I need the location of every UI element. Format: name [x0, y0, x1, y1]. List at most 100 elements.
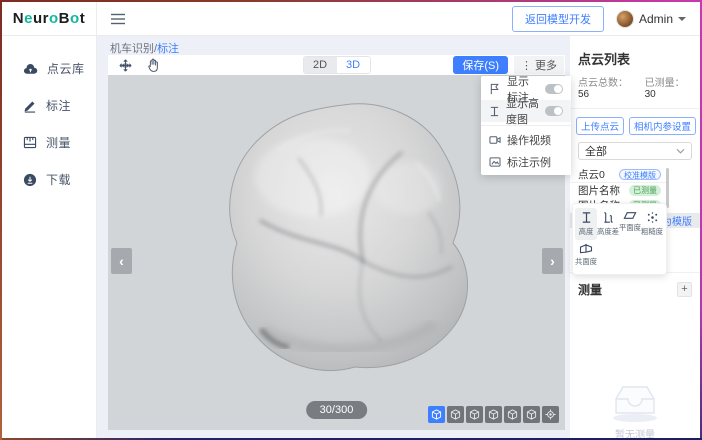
- sidebar-item-annotate[interactable]: 标注: [2, 87, 96, 124]
- logo-letter: u: [33, 10, 43, 27]
- tool-roughness[interactable]: 粗糙度: [641, 208, 663, 240]
- sidebar-item-measure[interactable]: 测量: [2, 124, 96, 161]
- logo-letter: o: [49, 10, 59, 27]
- prev-image-button[interactable]: ‹: [111, 248, 132, 274]
- list-item-name: 图片名称: [578, 183, 620, 198]
- view-center-button[interactable]: [542, 406, 559, 423]
- heightmap-icon: [489, 106, 500, 117]
- tool-label: 共面度: [575, 256, 597, 266]
- list-scrollbar[interactable]: [666, 168, 669, 208]
- heightdiff-icon: [602, 211, 615, 224]
- ruler-icon: [23, 136, 37, 149]
- tool-height[interactable]: 高度: [575, 208, 597, 240]
- tool-icons: [118, 58, 160, 73]
- target-icon: [545, 409, 556, 420]
- cloud-icon: [23, 63, 38, 75]
- avatar: [616, 10, 634, 28]
- ellipsis-icon: ⋮: [521, 59, 532, 72]
- cube-icon: [450, 409, 461, 420]
- coplanarity-icon: [579, 243, 593, 254]
- stat-label: 已测量：: [645, 78, 685, 89]
- filter-select[interactable]: 全部: [578, 142, 692, 160]
- cube-icon: [488, 409, 499, 420]
- video-icon: [489, 135, 501, 145]
- user-name: Admin: [639, 12, 673, 26]
- status-badge: 已测量: [629, 185, 661, 196]
- download-icon: [23, 173, 37, 187]
- more-button[interactable]: ⋮ 更多: [514, 56, 564, 74]
- measure-section-header: 测量 +: [570, 272, 700, 298]
- view-front-button[interactable]: [447, 406, 464, 423]
- sidebar-item-download[interactable]: 下载: [2, 161, 96, 198]
- list-item[interactable]: 点云0 校准模版: [570, 166, 669, 183]
- hand-pan-icon[interactable]: [146, 58, 160, 73]
- save-button[interactable]: 保存(S): [453, 56, 508, 74]
- toolbar-right: 保存(S) ⋮ 更多: [453, 56, 565, 74]
- tool-label: 平面度: [619, 222, 641, 232]
- logo-letter: N: [13, 10, 24, 27]
- logo-letter: t: [80, 10, 86, 27]
- logo-letter: o: [70, 10, 80, 27]
- stat-label: 点云总数：: [578, 78, 628, 89]
- upload-pointcloud-button[interactable]: 上传点云: [576, 117, 624, 135]
- tool-label: 高度: [579, 226, 594, 236]
- move-3d-icon[interactable]: [118, 58, 133, 73]
- menu-item-label: 操作视频: [507, 132, 563, 148]
- camera-params-button[interactable]: 相机内参设置: [629, 117, 696, 135]
- measure-section-title: 测量: [578, 281, 602, 298]
- sidebar-nav: 点云库标注测量下载: [2, 36, 97, 438]
- list-item-name: 点云0: [578, 167, 605, 182]
- breadcrumb: 机车识别/标注: [110, 40, 179, 56]
- add-measure-button[interactable]: +: [677, 282, 692, 297]
- view-left-button[interactable]: [485, 406, 502, 423]
- panel-stats: 点云总数：56已测量：30: [570, 68, 700, 109]
- view-2d-button[interactable]: 2D: [304, 57, 337, 73]
- pointcloud-panel: 点云列表 点云总数：56已测量：30 上传点云相机内参设置 全部 点云0校准模版…: [570, 36, 700, 438]
- tool-height-diff[interactable]: 高度差: [597, 208, 619, 240]
- sidebar-item-label: 标注: [46, 97, 71, 114]
- view-right-button[interactable]: [504, 406, 521, 423]
- sidebar-item-pointcloud-library[interactable]: 点云库: [2, 50, 96, 87]
- panel-buttons: 上传点云相机内参设置: [570, 109, 700, 135]
- sidebar-item-label: 下载: [46, 171, 71, 188]
- tool-flatness[interactable]: 平面度: [619, 208, 641, 240]
- menu-item-操作视频[interactable]: 操作视频: [481, 129, 571, 151]
- point-cloud-render: [203, 93, 483, 385]
- list-item[interactable]: 图片名称已测量: [570, 183, 669, 198]
- back-to-model-dev-button[interactable]: 返回模型开发: [512, 6, 604, 32]
- view-3d-button[interactable]: 3D: [337, 57, 370, 73]
- breadcrumb-parent[interactable]: 机车识别: [110, 43, 154, 55]
- empty-state: 暂无测量: [570, 381, 700, 440]
- frame-border-top: [0, 0, 702, 2]
- sidebar-item-label: 点云库: [47, 60, 85, 77]
- menu-item-label: 显示高度图: [506, 95, 539, 127]
- image-counter: 30/300: [306, 401, 368, 419]
- status-badge: 校准模版: [619, 169, 661, 180]
- measure-tool-palette: 高度高度差平面度粗糙度共面度: [572, 203, 667, 275]
- next-image-button[interactable]: ›: [542, 248, 563, 274]
- stat-value: 56: [578, 89, 589, 100]
- logo-box: NeuroBot: [2, 2, 97, 36]
- tool-coplanarity[interactable]: 共面度: [575, 240, 597, 270]
- pen-icon: [23, 99, 37, 113]
- menu-item-显示高度图[interactable]: 显示高度图: [481, 100, 571, 122]
- menu-collapse-icon[interactable]: [111, 13, 125, 25]
- panel-title: 点云列表: [570, 36, 700, 68]
- canvas-toolbar: 2D 3D 保存(S) ⋮ 更多: [108, 55, 565, 75]
- roughness-icon: [646, 211, 659, 224]
- toggle-switch[interactable]: [545, 106, 563, 116]
- view-back-button[interactable]: [466, 406, 483, 423]
- more-label: 更多: [535, 57, 557, 73]
- view-top-button[interactable]: [523, 406, 540, 423]
- menu-item-标注示例[interactable]: 标注示例: [481, 151, 571, 173]
- view-buttons: [428, 406, 559, 423]
- toggle-switch[interactable]: [545, 84, 563, 94]
- user-menu[interactable]: Admin: [616, 10, 686, 28]
- header: NeuroBot 返回模型开发 Admin: [2, 2, 700, 36]
- cube-icon: [431, 409, 442, 420]
- view-iso-button[interactable]: [428, 406, 445, 423]
- empty-box-icon: [606, 381, 664, 423]
- frame-border-left: [0, 0, 2, 440]
- flatness-icon: [623, 211, 637, 220]
- tool-label: 粗糙度: [641, 226, 663, 236]
